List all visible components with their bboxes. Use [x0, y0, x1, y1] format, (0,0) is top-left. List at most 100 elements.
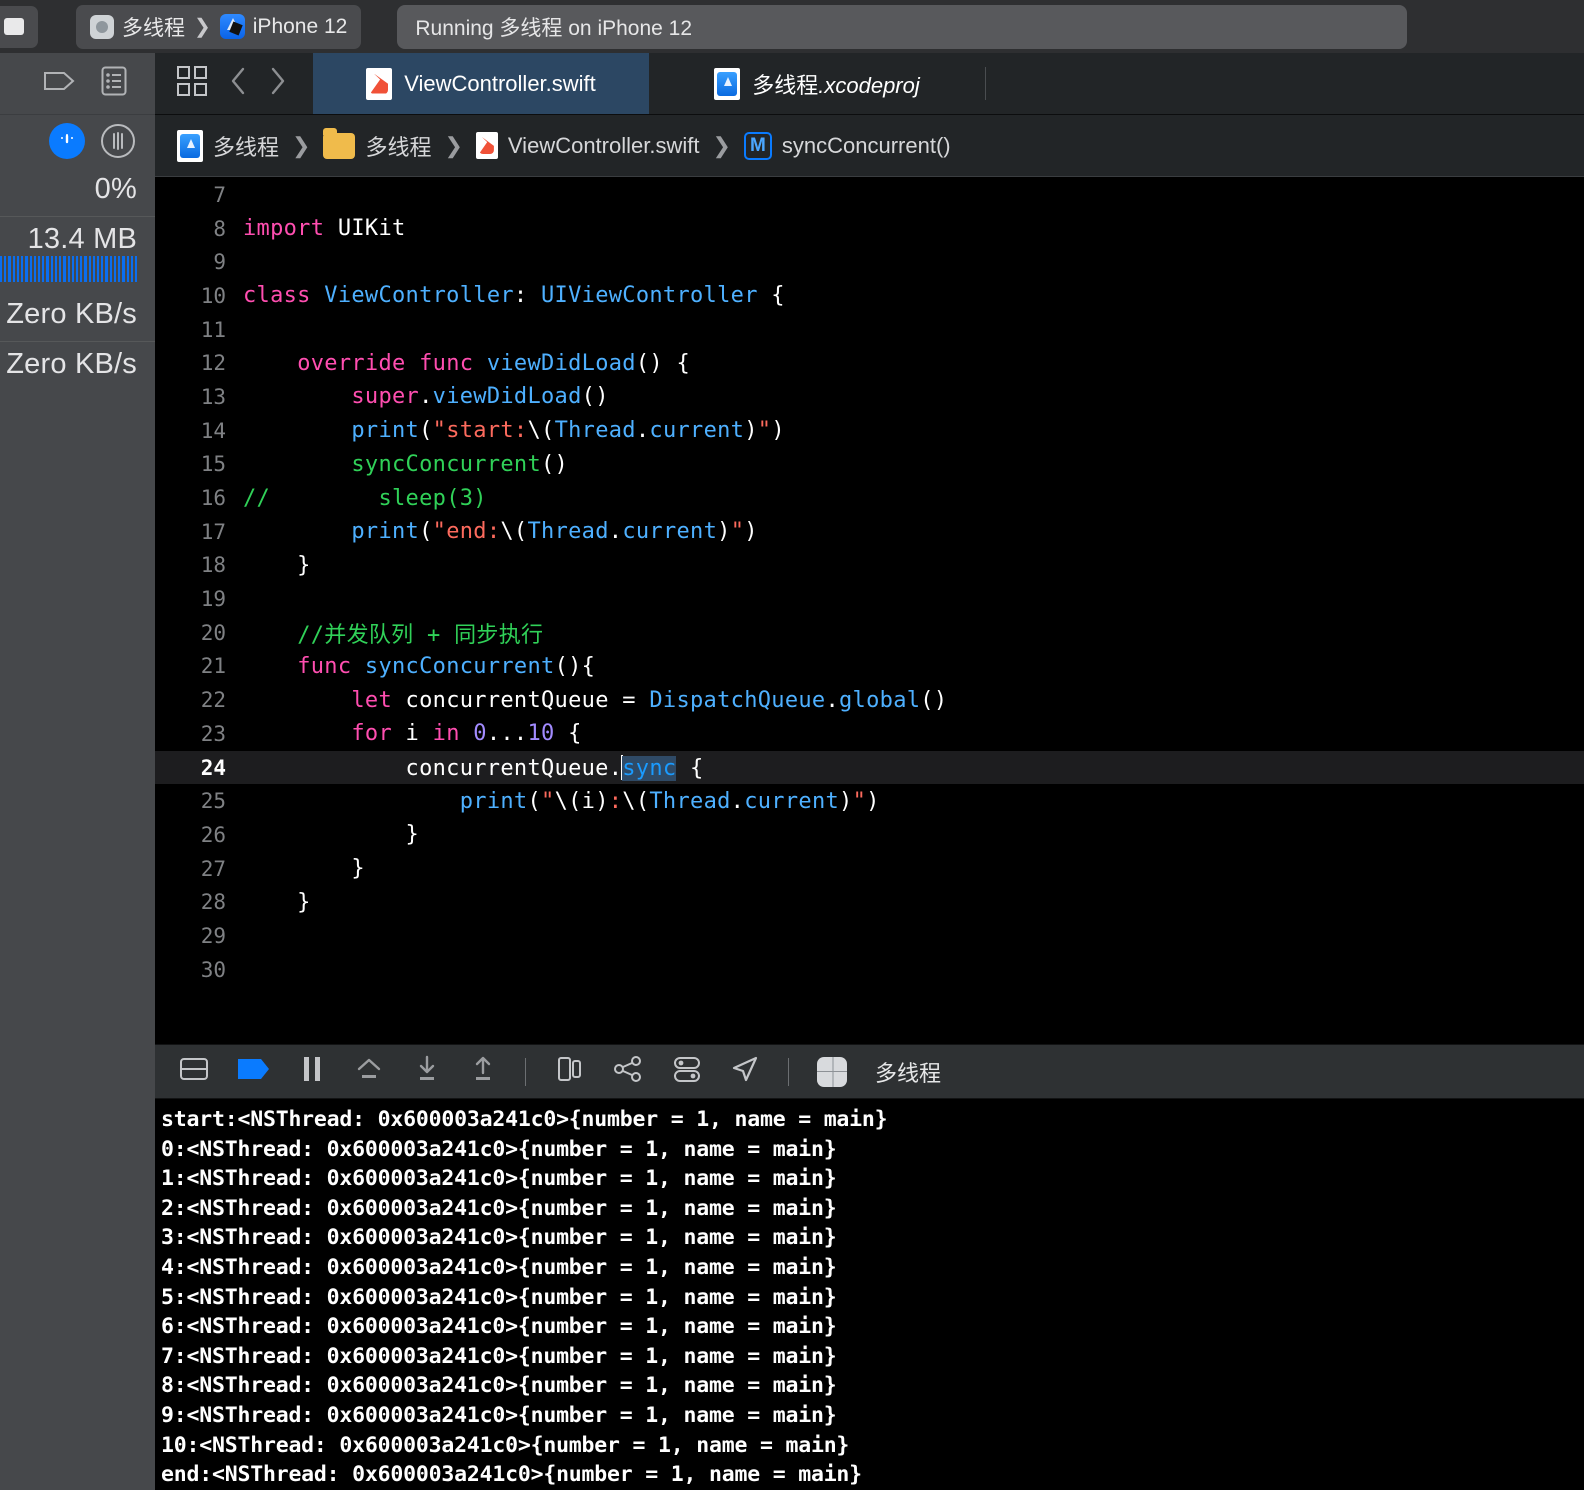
code-line[interactable]: 23 for i in 0...10 { [155, 717, 1584, 751]
line-number: 19 [200, 587, 226, 612]
tab-project[interactable]: 多线程.xcodeproj [649, 53, 985, 114]
breadcrumb: 多线程 ❯ 多线程 ❯ ViewController.swift ❯ M syn… [155, 115, 1584, 177]
code-token: . [635, 418, 650, 444]
code-line[interactable]: 9 [155, 245, 1584, 279]
debug-view-hierarchy-icon[interactable] [554, 1054, 584, 1089]
scheme-selector[interactable]: 多线程 ❯ iPhone 12 [76, 4, 362, 49]
code-token: : [513, 283, 542, 309]
line-number: 9 [213, 250, 226, 275]
code-token: current [649, 418, 745, 444]
disk-gauge[interactable]: Zero KB/s [0, 292, 155, 342]
code-line[interactable]: 20 //并发队列 + 同步执行 [155, 616, 1584, 650]
back-chevron-icon[interactable] [229, 66, 247, 101]
network-gauge-value: Zero KB/s [6, 348, 137, 380]
breadcrumb-project[interactable]: 多线程 [213, 130, 279, 162]
forward-chevron-icon[interactable] [269, 66, 287, 101]
code-line[interactable]: 19 [155, 582, 1584, 616]
code-token: () [541, 451, 569, 477]
code-text: print("\(i):\(Thread.current)") [243, 789, 880, 814]
code-line[interactable]: 29 [155, 919, 1584, 953]
code-line[interactable]: 28 } [155, 885, 1584, 919]
code-token: concurrentQueue. [243, 755, 623, 781]
cpu-gauge[interactable]: 0% [0, 167, 155, 217]
code-line[interactable]: 14 print("start:\(Thread.current)") [155, 414, 1584, 448]
code-line[interactable]: 30 [155, 953, 1584, 987]
code-token: ) [866, 788, 880, 814]
tab-viewcontroller-swift[interactable]: ViewController.swift [313, 53, 649, 114]
toggle-console-icon[interactable] [179, 1054, 209, 1089]
simulate-location-icon[interactable] [730, 1054, 760, 1089]
xcodeproj-icon [177, 129, 203, 162]
code-token: sleep [378, 485, 447, 511]
network-gauge[interactable]: Zero KB/s [0, 342, 155, 391]
stop-button[interactable] [0, 5, 38, 48]
chevron-right-icon: ❯ [292, 132, 311, 158]
code-token: syncConcurrent [351, 451, 542, 477]
debug-bar-divider [788, 1057, 789, 1086]
line-number: 12 [200, 351, 226, 376]
code-token: () [581, 384, 609, 410]
deactivate-breakpoints-icon[interactable] [237, 1056, 271, 1087]
source-code-view[interactable]: 7 8 import UIKit 9 10 class ViewController: U… [155, 178, 1584, 1044]
code-text: print("start:\(Thread.current)") [243, 418, 785, 443]
code-line[interactable]: 22 let concurrentQueue = DispatchQueue.g… [155, 683, 1584, 717]
code-token: func [297, 653, 352, 679]
issue-navigator-icon[interactable] [43, 70, 75, 97]
memory-meter-bars [0, 256, 137, 282]
code-token: for [351, 721, 393, 747]
code-token: viewDidLoad [486, 350, 636, 376]
code-line[interactable]: 27 } [155, 852, 1584, 886]
code-token: : [608, 788, 623, 814]
code-token: ) [771, 418, 785, 444]
tab-label-ext: .xcodeproj [818, 72, 920, 98]
code-line[interactable]: 11 [155, 313, 1584, 347]
editor-nav-icons [155, 53, 313, 114]
environment-overrides-icon[interactable] [672, 1054, 702, 1089]
code-token: () [920, 687, 948, 713]
status-bar[interactable]: Running 多线程 on iPhone 12 [397, 4, 1408, 49]
process-view-toggle-icon[interactable] [101, 124, 135, 158]
code-line[interactable]: 26 } [155, 818, 1584, 852]
step-out-icon[interactable] [469, 1054, 497, 1089]
pause-icon[interactable] [299, 1054, 325, 1089]
code-token: class [243, 283, 311, 309]
code-line[interactable]: 10 class ViewController: UIViewController… [155, 279, 1584, 313]
stop-square-icon [4, 18, 24, 35]
breadcrumb-file[interactable]: ViewController.swift [508, 133, 700, 159]
related-items-icon[interactable] [177, 66, 207, 101]
code-line[interactable]: 21 func syncConcurrent(){ [155, 650, 1584, 684]
editor-tab-bar: ViewController.swift 多线程.xcodeproj [155, 53, 1584, 115]
code-token: print [459, 788, 528, 814]
code-line[interactable]: 8 import UIKit [155, 212, 1584, 246]
code-token: import [243, 216, 325, 242]
code-line[interactable]: 24 concurrentQueue.sync { [155, 750, 1584, 785]
gauges-toggle-icon[interactable] [49, 123, 85, 159]
debug-bar-divider [525, 1057, 526, 1086]
code-token: . [608, 519, 623, 545]
code-line[interactable]: 17 print("end:\(Thread.current)") [155, 515, 1584, 549]
breadcrumb-folder[interactable]: 多线程 [365, 130, 431, 162]
code-token: ) [744, 418, 758, 444]
code-line[interactable]: 7 [155, 178, 1584, 212]
step-over-icon[interactable] [353, 1054, 385, 1089]
code-line[interactable]: 25 print("\(i):\(Thread.current)") [155, 784, 1584, 818]
code-token: . [419, 384, 433, 410]
line-number: 20 [200, 620, 226, 645]
memory-gauge[interactable]: 13.4 MB [0, 217, 155, 292]
console-output[interactable]: start:<NSThread: 0x600003a241c0>{number … [155, 1099, 1584, 1490]
code-line[interactable]: 15 syncConcurrent() [155, 448, 1584, 482]
report-navigator-icon[interactable] [101, 66, 127, 101]
step-into-icon[interactable] [413, 1054, 441, 1089]
code-line[interactable]: 12 override func viewDidLoad() { [155, 346, 1584, 380]
code-line[interactable]: 16 // sleep(3) [155, 481, 1584, 515]
code-token: \( [500, 519, 528, 545]
swift-file-icon [475, 132, 498, 159]
breadcrumb-symbol[interactable]: syncConcurrent() [782, 133, 951, 159]
code-line[interactable]: 18 } [155, 549, 1584, 583]
code-line[interactable]: 13 super.viewDidLoad() [155, 380, 1584, 414]
code-text: //并发队列 + 同步执行 [243, 617, 543, 649]
debug-memory-graph-icon[interactable] [612, 1054, 644, 1089]
code-token: current [622, 519, 718, 545]
